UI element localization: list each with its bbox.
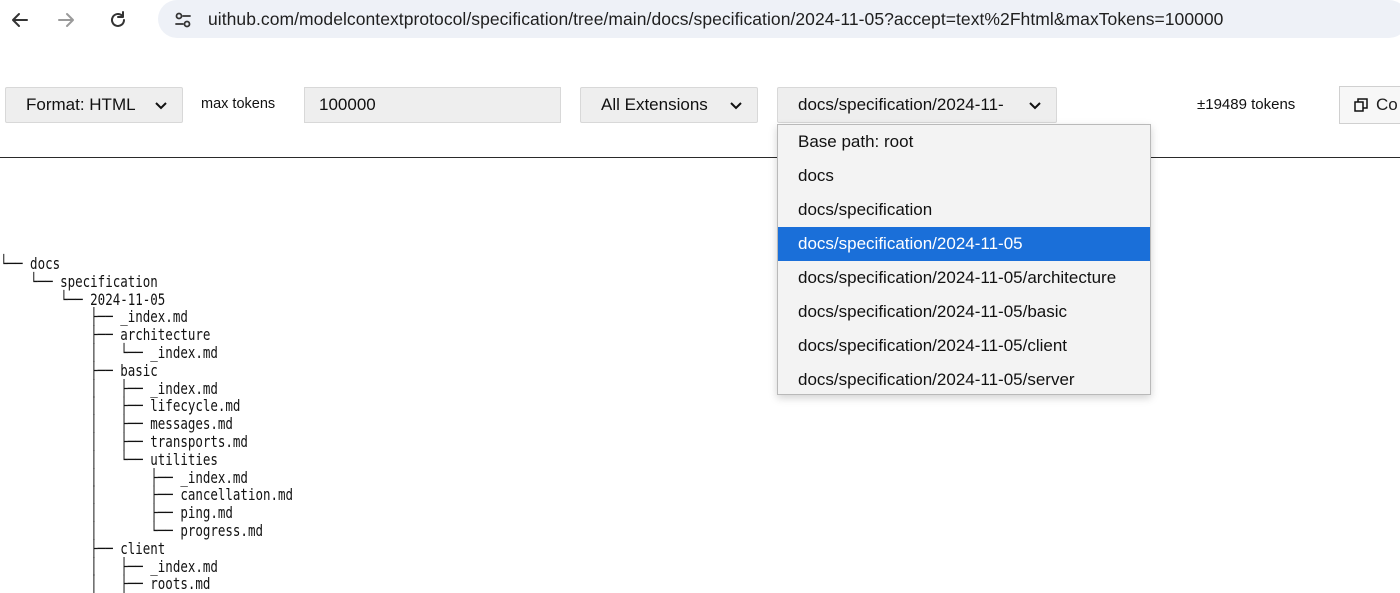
site-info-icon xyxy=(175,12,191,28)
tree-line: │ ├── cancellation.md xyxy=(0,485,294,505)
reload-icon xyxy=(111,11,125,27)
extensions-select[interactable]: All Extensions xyxy=(580,87,758,123)
chevron-down-icon xyxy=(155,102,167,110)
path-dropdown-list: Base path: root docs docs/specification … xyxy=(777,124,1151,395)
file-tree: └── docs └── specification └── 2024-11-0… xyxy=(0,255,293,593)
dropdown-option[interactable]: docs/specification xyxy=(778,193,1150,227)
forward-arrow-icon xyxy=(58,13,74,27)
tree-line: │ ├── lifecycle.md xyxy=(0,396,241,416)
tree-line: └── specification xyxy=(0,271,158,291)
back-arrow-icon xyxy=(12,13,28,27)
reload-button[interactable] xyxy=(104,6,132,34)
browser-toolbar: uithub.com/modelcontextprotocol/specific… xyxy=(0,0,1400,40)
path-select[interactable]: docs/specification/2024-11- xyxy=(777,87,1057,123)
tree-line: │ ├── roots.md xyxy=(0,574,211,593)
tree-line: ├── basic xyxy=(0,360,158,380)
dropdown-option[interactable]: docs/specification/2024-11-05/client xyxy=(778,329,1150,363)
divider xyxy=(0,157,1400,158)
tree-line: │ ├── messages.md xyxy=(0,414,233,434)
tree-line: │ ├── _index.md xyxy=(0,378,218,398)
tree-line: ├── client xyxy=(0,538,166,558)
chevron-down-icon xyxy=(1029,102,1041,110)
format-select[interactable]: Format: HTML xyxy=(5,87,183,123)
dropdown-option-selected[interactable]: docs/specification/2024-11-05 xyxy=(778,227,1150,261)
copy-icon xyxy=(1354,98,1368,112)
tree-line: │ ├── _index.md xyxy=(0,467,248,487)
tree-line: │ ├── ping.md xyxy=(0,503,233,523)
back-button[interactable] xyxy=(6,6,34,34)
forward-button[interactable] xyxy=(52,6,80,34)
extensions-select-label: All Extensions xyxy=(601,95,708,114)
max-tokens-input[interactable]: 100000 xyxy=(304,87,561,123)
dropdown-option[interactable]: docs/specification/2024-11-05/basic xyxy=(778,295,1150,329)
url-text[interactable]: uithub.com/modelcontextprotocol/specific… xyxy=(208,9,1223,30)
tree-line: ├── _index.md xyxy=(0,307,188,327)
tree-line: │ └── progress.md xyxy=(0,520,263,540)
chevron-down-icon xyxy=(730,102,742,110)
tree-line: │ ├── _index.md xyxy=(0,556,218,576)
dropdown-option[interactable]: docs/specification/2024-11-05/architectu… xyxy=(778,261,1150,295)
tree-line: │ └── _index.md xyxy=(0,342,218,362)
dropdown-option[interactable]: docs xyxy=(778,159,1150,193)
copy-button-label: Co xyxy=(1376,95,1398,114)
format-select-label: Format: HTML xyxy=(26,95,136,114)
dropdown-option[interactable]: Base path: root xyxy=(778,125,1150,159)
max-tokens-label: max tokens xyxy=(201,96,276,112)
token-count: ±19489 tokens xyxy=(1197,96,1296,113)
dropdown-option[interactable]: docs/specification/2024-11-05/server xyxy=(778,363,1150,397)
path-select-label: docs/specification/2024-11- xyxy=(798,95,1004,114)
tree-line: │ └── utilities xyxy=(0,449,218,469)
tree-line: │ ├── transports.md xyxy=(0,431,248,451)
tree-line: └── docs xyxy=(0,254,61,273)
copy-button[interactable]: Co xyxy=(1339,86,1400,124)
site-info-button[interactable] xyxy=(170,7,196,33)
tree-line: └── 2024-11-05 xyxy=(0,289,166,309)
tree-line: ├── architecture xyxy=(0,325,211,345)
